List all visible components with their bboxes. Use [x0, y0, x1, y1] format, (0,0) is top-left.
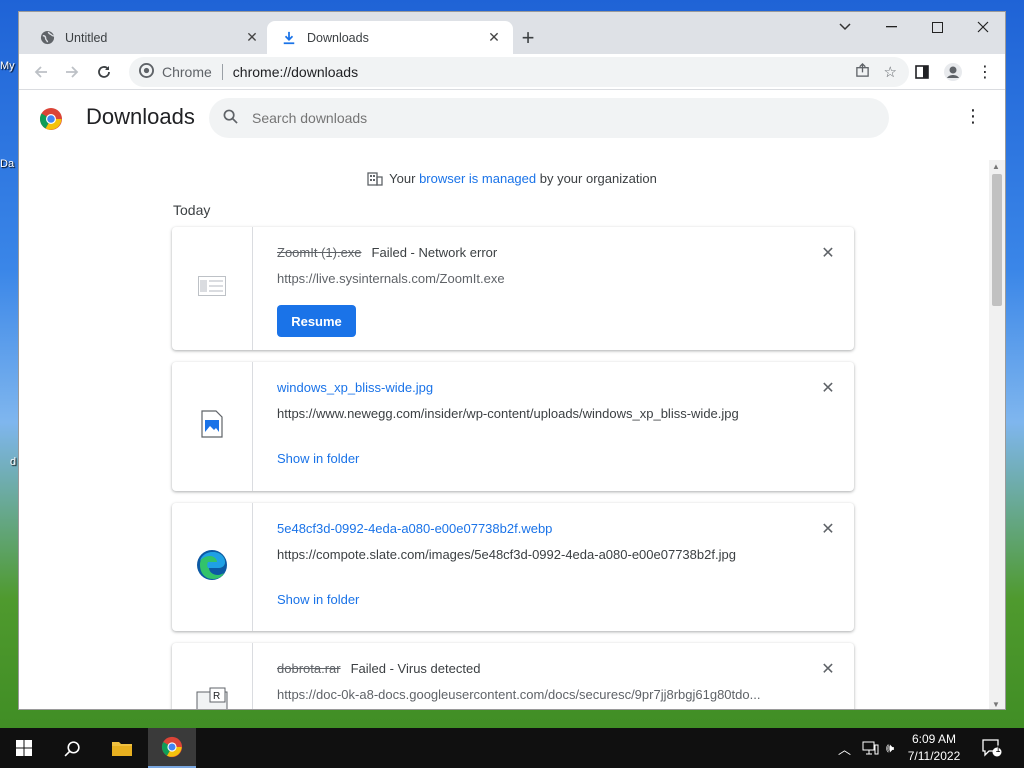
file-name: dobrota.rar Failed - Virus detected	[277, 661, 480, 676]
scrollbar-thumb[interactable]	[992, 174, 1002, 306]
file-icon-column	[172, 503, 253, 631]
share-icon[interactable]	[855, 62, 870, 82]
remove-close-icon[interactable]: ✕	[820, 245, 836, 262]
scroll-down-arrow-icon[interactable]: ▼	[992, 700, 1000, 709]
file-url: https://doc-0k-a8-docs.googleusercontent…	[277, 687, 761, 702]
managed-prefix: Your	[389, 171, 420, 186]
new-tab-button[interactable]: +	[515, 25, 541, 51]
clock-date: 7/11/2022	[907, 749, 961, 763]
remove-close-icon[interactable]: ✕	[820, 380, 836, 397]
clock-time: 6:09 AM	[911, 732, 957, 746]
tab-downloads[interactable]: Downloads ✕	[267, 21, 513, 54]
rar-file-icon: R	[196, 687, 228, 709]
reload-icon[interactable]	[91, 59, 117, 85]
file-name-text: dobrota.rar	[277, 661, 341, 676]
omnibox-chrome-label: Chrome	[162, 64, 212, 80]
show-in-folder-link[interactable]: Show in folder	[277, 451, 359, 466]
download-icon	[281, 30, 297, 46]
download-item: ZoomIt (1).exe Failed - Network error htt…	[172, 227, 854, 350]
chrome-site-icon	[139, 63, 154, 81]
page-scrollbar[interactable]: ▲ ▼	[989, 160, 1005, 709]
image-file-icon	[201, 410, 223, 443]
toolbar: Chrome chrome://downloads ☆ ⋮	[19, 54, 1005, 90]
tab-untitled[interactable]: Untitled ✕	[25, 21, 271, 54]
resume-button[interactable]: Resume	[277, 305, 356, 337]
back-arrow-icon[interactable]	[28, 59, 54, 85]
section-label: Today	[173, 202, 211, 218]
system-clock[interactable]: 6:09 AM 7/11/2022	[896, 731, 972, 765]
windows-start-icon[interactable]	[0, 728, 48, 768]
chrome-taskbar-icon[interactable]	[148, 728, 196, 768]
scroll-up-arrow-icon[interactable]: ▲	[992, 162, 1000, 171]
file-icon-column: R	[172, 643, 253, 709]
status-text: Failed - Virus detected	[350, 661, 481, 676]
bookmark-star-icon[interactable]: ☆	[884, 63, 897, 82]
notification-count: 1	[995, 744, 1001, 754]
taskbar: ︿ 🕪 6:09 AM 7/11/2022 1	[0, 728, 1024, 768]
downloads-page: Downloads ⋮ Your browser is managed by y…	[19, 90, 1005, 709]
file-icon-column	[172, 362, 253, 491]
more-actions-icon[interactable]: ⋮	[963, 106, 983, 130]
show-in-folder-link[interactable]: Show in folder	[277, 592, 359, 607]
search-input[interactable]	[252, 110, 852, 126]
file-icon-column	[172, 227, 253, 350]
download-item: windows_xp_bliss-wide.jpg https://www.ne…	[172, 362, 854, 491]
close-window-button[interactable]	[960, 12, 1005, 42]
tab-search-chevron-icon[interactable]	[822, 12, 868, 42]
file-name-link[interactable]: 5e48cf3d-0992-4eda-a080-e00e07738b2f.web…	[277, 521, 552, 536]
file-explorer-icon[interactable]	[98, 728, 146, 768]
chevron-up-icon[interactable]: ︿	[838, 728, 851, 768]
tab-title: Downloads	[307, 30, 369, 45]
desktop-label-3: d	[10, 456, 17, 468]
search-icon	[223, 109, 238, 127]
search-icon[interactable]	[48, 728, 96, 768]
minimize-button[interactable]	[868, 12, 914, 42]
file-name-text: ZoomIt (1).exe	[277, 245, 362, 260]
search-box[interactable]	[209, 98, 889, 138]
status-text: Failed - Network error	[371, 245, 498, 260]
downloads-header: Downloads ⋮	[19, 90, 1005, 146]
menu-kebab-icon[interactable]: ⋮	[972, 59, 998, 85]
volume-icon[interactable]: 🕪	[886, 728, 894, 768]
remove-close-icon[interactable]: ✕	[820, 521, 836, 538]
side-panel-icon[interactable]	[909, 59, 935, 85]
file-url: https://www.newegg.com/insider/wp-conten…	[277, 406, 739, 421]
managed-notice: Your browser is managed by your organiza…	[19, 170, 1005, 189]
file-url: https://live.sysinternals.com/ZoomIt.exe	[277, 271, 505, 286]
browser-window: Untitled ✕ Downloads ✕ + Chrome chrome:/…	[18, 11, 1006, 710]
download-item: 5e48cf3d-0992-4eda-a080-e00e07738b2f.web…	[172, 503, 854, 631]
tab-title: Untitled	[65, 30, 108, 45]
forward-arrow-icon[interactable]	[59, 59, 85, 85]
desktop-label-2: Da	[0, 158, 15, 170]
close-icon[interactable]: ✕	[243, 29, 261, 47]
profile-avatar-icon[interactable]	[940, 59, 966, 85]
omnibox-separator	[221, 64, 223, 80]
building-icon	[367, 170, 383, 189]
chrome-logo-icon	[39, 107, 63, 131]
download-item: R dobrota.rar Failed - Virus detected htt…	[172, 643, 854, 709]
remove-close-icon[interactable]: ✕	[820, 661, 836, 678]
omnibox-url: chrome://downloads	[232, 64, 359, 80]
managed-link[interactable]: browser is managed	[419, 171, 536, 186]
maximize-button[interactable]	[914, 12, 960, 42]
network-icon[interactable]	[862, 728, 879, 768]
svg-text:R: R	[213, 691, 220, 702]
close-icon[interactable]: ✕	[485, 29, 503, 47]
file-name: ZoomIt (1).exe Failed - Network error	[277, 245, 497, 260]
exe-file-icon	[198, 276, 226, 301]
edge-file-icon	[196, 549, 228, 586]
notification-center-icon[interactable]: 1	[982, 728, 1002, 768]
globe-icon	[39, 30, 55, 46]
managed-suffix: by your organization	[536, 171, 657, 186]
page-title: Downloads	[86, 104, 195, 129]
desktop-label-1: My	[0, 60, 15, 72]
file-name-link[interactable]: windows_xp_bliss-wide.jpg	[277, 380, 433, 395]
file-url: https://compote.slate.com/images/5e48cf3…	[277, 547, 736, 562]
tab-strip: Untitled ✕ Downloads ✕ +	[19, 12, 1005, 54]
address-bar[interactable]: Chrome chrome://downloads ☆	[129, 57, 909, 87]
